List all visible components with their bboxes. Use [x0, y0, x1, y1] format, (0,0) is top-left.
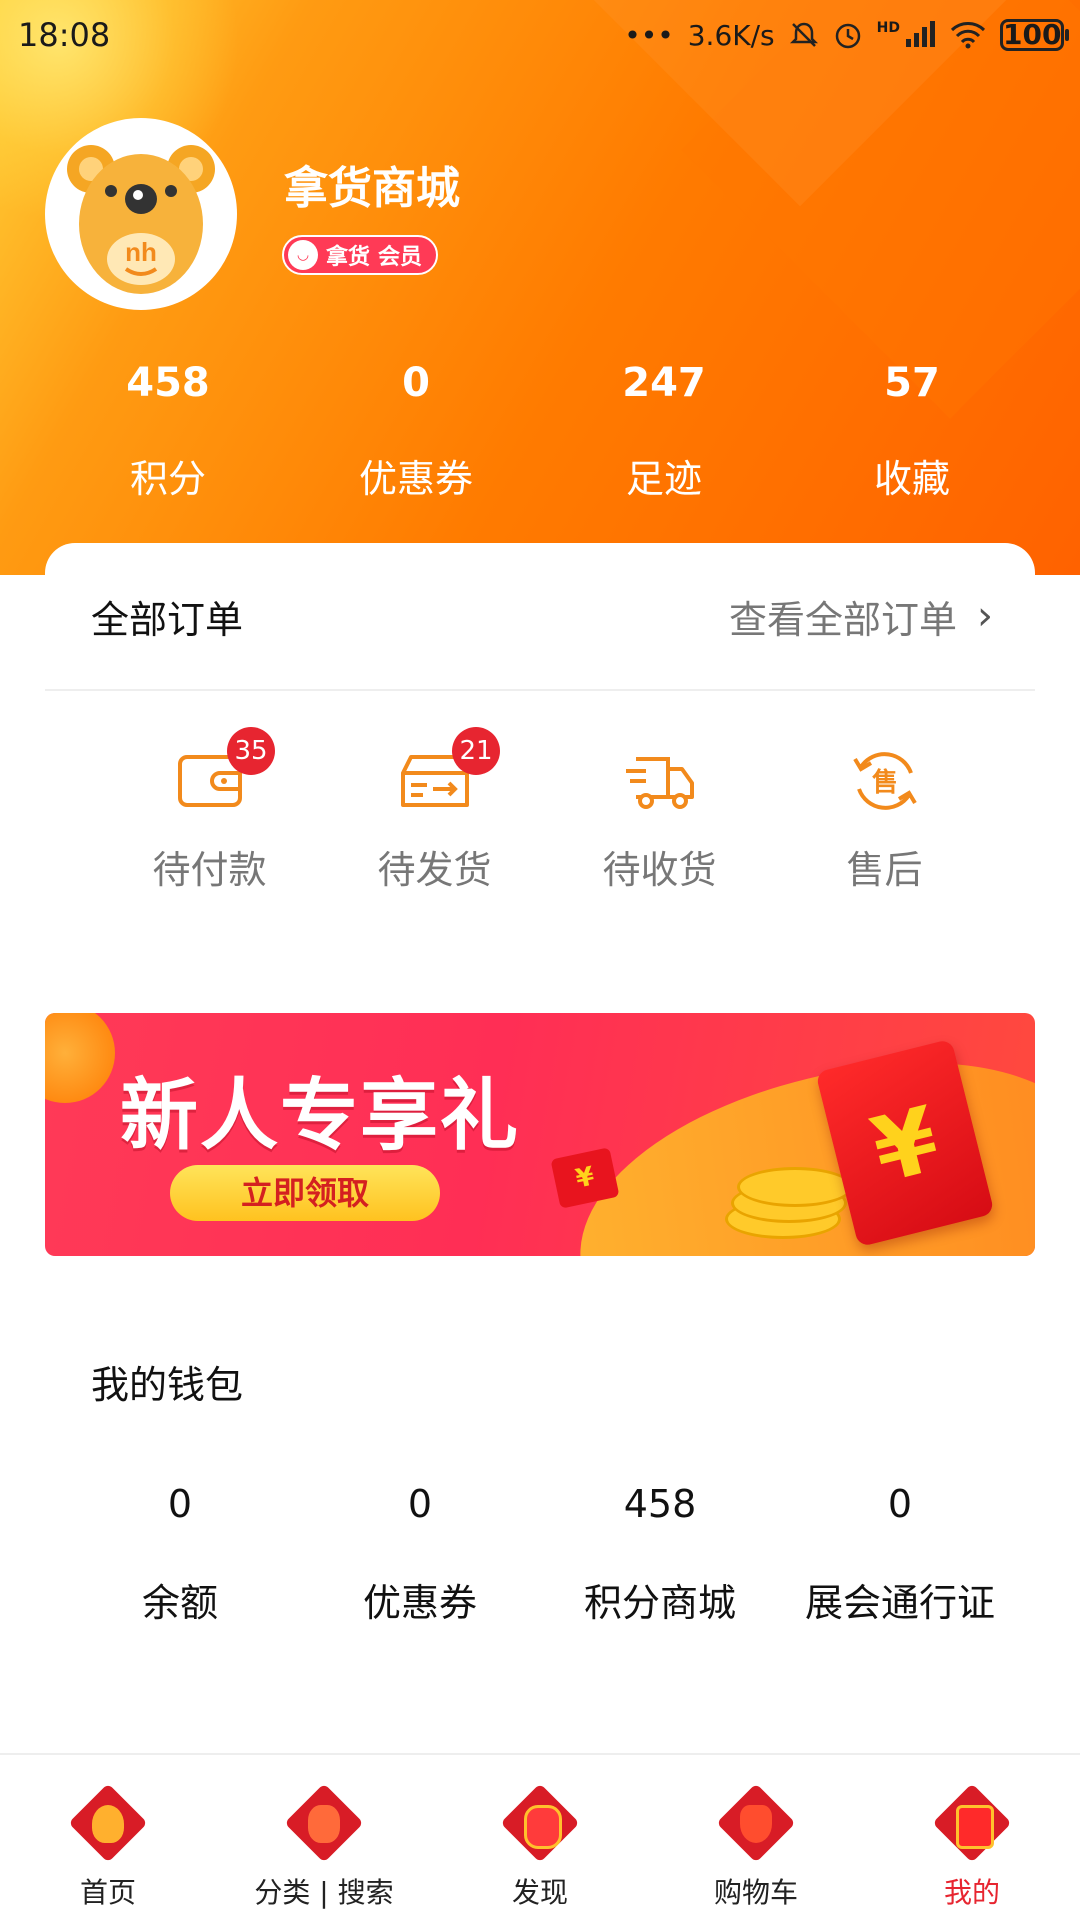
avatar[interactable]: nh	[45, 118, 237, 310]
signal-dots-icon: •••	[624, 18, 674, 52]
cart-icon	[716, 1783, 796, 1863]
order-pending-payment[interactable]: 35 待付款	[97, 727, 322, 894]
tab-cart[interactable]: 购物车	[648, 1755, 864, 1922]
stat-value: 57	[884, 360, 940, 406]
wallet-value: 458	[623, 1482, 697, 1526]
stat-value: 458	[126, 360, 210, 406]
member-logo-icon: ◡	[288, 240, 318, 270]
alarm-icon	[835, 23, 860, 49]
order-label: 待发货	[377, 848, 492, 892]
wallet-label: 优惠券	[362, 1581, 477, 1625]
network-speed: 3.6K/s	[687, 18, 775, 52]
stat-label: 收藏	[873, 457, 950, 501]
tab-home[interactable]: 首页	[0, 1755, 216, 1922]
stat-label: 优惠券	[358, 457, 473, 501]
profile-header: 18:08 ••• 3.6K/s HD 100 nh 拿货商城 ◡ 拿货 会员 …	[0, 0, 1080, 575]
category-search-icon	[284, 1783, 364, 1863]
stat-points[interactable]: 458 积分	[44, 360, 292, 503]
orders-header: 全部订单 查看全部订单 ›	[45, 543, 1035, 691]
stat-favorites[interactable]: 57 收藏	[788, 360, 1036, 503]
status-bar: 18:08 ••• 3.6K/s HD 100	[0, 0, 1080, 70]
stat-value: 0	[402, 360, 430, 406]
tab-discover[interactable]: 发现	[432, 1755, 648, 1922]
badge-brand: 拿货	[326, 245, 371, 270]
claim-now-button[interactable]: 立即领取	[170, 1165, 440, 1221]
profile-stats: 458 积分 0 优惠券 247 足迹 57 收藏	[0, 360, 1080, 503]
mute-icon	[789, 22, 818, 47]
order-label: 售后	[846, 848, 923, 892]
tab-label: 我的	[943, 1876, 1000, 1909]
order-pending-receipt[interactable]: 待收货	[547, 743, 772, 894]
status-icons: ••• 3.6K/s HD 100	[624, 18, 1069, 52]
wallet-label: 余额	[141, 1581, 218, 1625]
order-count-badge: 35	[227, 727, 275, 775]
yen-glyph: ¥	[862, 1086, 949, 1204]
wallet-coupons[interactable]: 0 优惠券	[300, 1482, 540, 1627]
stat-footprints[interactable]: 247 足迹	[540, 360, 788, 503]
status-time: 18:08	[18, 16, 111, 54]
stat-label: 足迹	[625, 457, 702, 501]
order-pending-shipment[interactable]: 21 待发货	[322, 727, 547, 894]
bear-mascot-icon: nh	[67, 145, 215, 294]
stat-coupons[interactable]: 0 优惠券	[292, 360, 540, 503]
tab-label: 购物车	[713, 1876, 798, 1909]
orders-card: 全部订单 查看全部订单 › 35 待付款 21 待发货 待收货 售 售后	[45, 543, 1035, 1003]
bottom-tab-bar: 首页 分类 | 搜索 发现 购物车 我的	[0, 1753, 1080, 1922]
wallet-title: 我的钱包	[91, 1363, 244, 1407]
wallet-value: 0	[887, 1482, 913, 1526]
wifi-icon	[950, 22, 986, 49]
stat-value: 247	[622, 360, 706, 406]
order-label: 待收货	[602, 848, 717, 892]
discover-icon	[500, 1783, 580, 1863]
tab-profile[interactable]: 我的	[864, 1755, 1080, 1922]
new-user-gift-banner[interactable]: 新人专享礼 立即领取 ¥ ¥	[45, 1013, 1035, 1256]
profile-name: 拿货商城	[284, 163, 460, 214]
wallet-value: 0	[167, 1482, 193, 1526]
truck-icon	[625, 757, 694, 809]
order-count-badge: 21	[452, 727, 500, 775]
wallet-value: 0	[407, 1482, 433, 1526]
cell-signal-icon	[906, 21, 935, 47]
orders-title: 全部订单	[91, 597, 244, 642]
wallet-balance[interactable]: 0 余额	[60, 1482, 300, 1627]
battery-icon: 100	[1000, 18, 1069, 51]
battery-level: 100	[1003, 18, 1062, 51]
tab-label: 分类 | 搜索	[254, 1876, 394, 1909]
tab-label: 发现	[511, 1876, 568, 1909]
chevron-right-icon: ›	[977, 593, 993, 639]
wallet-points-mall[interactable]: 458 积分商城	[540, 1482, 780, 1627]
hd-label: HD	[876, 20, 900, 36]
home-icon	[68, 1783, 148, 1863]
wallet-row: 0 余额 0 优惠券 458 积分商城 0 展会通行证	[60, 1482, 1020, 1627]
view-all-orders-link[interactable]: 查看全部订单 ›	[729, 589, 993, 644]
view-all-orders-label: 查看全部订单	[728, 597, 957, 642]
order-after-sale[interactable]: 售 售后	[772, 743, 997, 894]
order-label: 待付款	[152, 848, 267, 892]
after-sale-glyph: 售	[871, 767, 897, 798]
stat-label: 积分	[129, 457, 206, 501]
tab-category-search[interactable]: 分类 | 搜索	[216, 1755, 432, 1922]
after-sale-icon: 售	[852, 752, 917, 810]
order-status-row: 35 待付款 21 待发货 待收货 售 售后	[45, 727, 1035, 894]
profile-icon	[932, 1783, 1012, 1863]
wallet-label: 积分商城	[583, 1581, 736, 1625]
banner-title: 新人专享礼	[120, 1071, 521, 1161]
avatar-text: nh	[125, 237, 157, 267]
member-badge: ◡ 拿货 会员	[282, 235, 439, 275]
wallet-label: 展会通行证	[804, 1581, 995, 1625]
badge-level: 会员	[378, 245, 423, 270]
banner-decoration	[45, 1013, 115, 1103]
wallet-expo-pass[interactable]: 0 展会通行证	[780, 1482, 1020, 1627]
tab-label: 首页	[79, 1876, 136, 1909]
